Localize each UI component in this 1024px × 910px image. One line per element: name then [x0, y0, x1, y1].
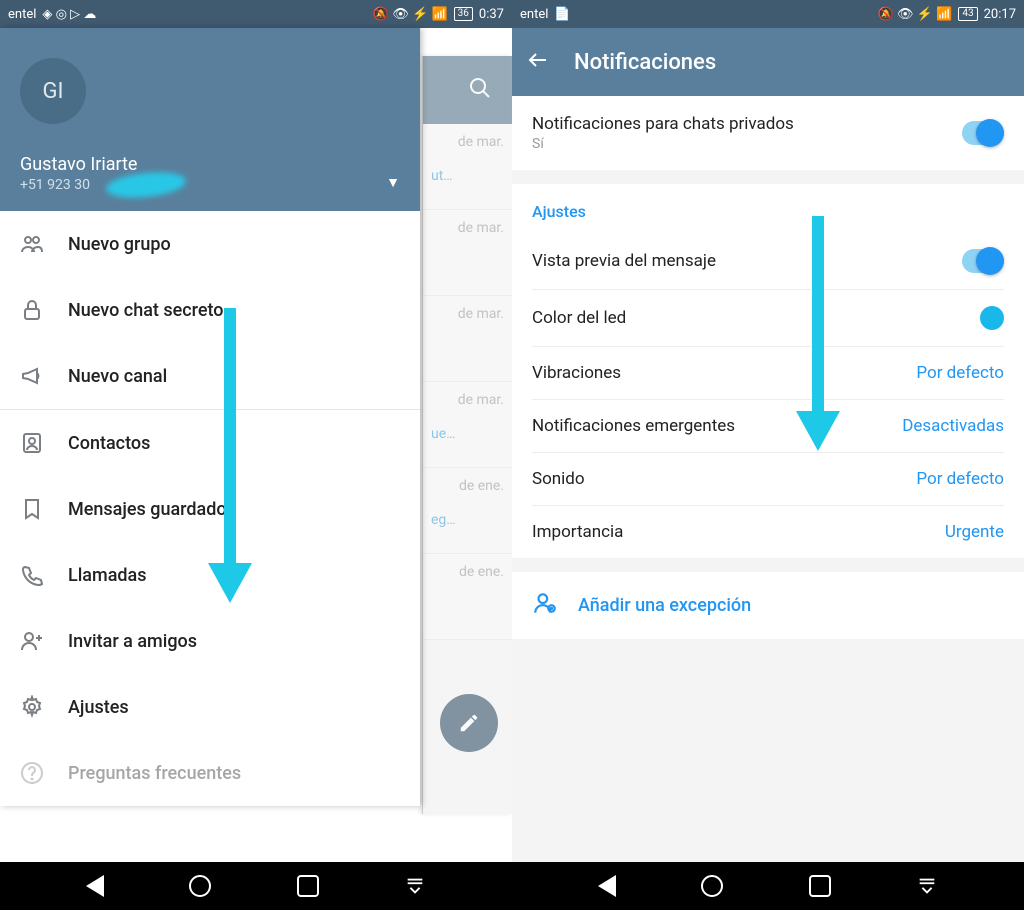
screenshot-left: entel ◈ ◎ ▷ ☁ 🔕 👁 ⚡ 📶 36 0:37 de mar.ut…… [0, 0, 512, 910]
add-user-icon [20, 629, 68, 653]
menu-label: Nuevo grupo [68, 234, 171, 255]
setting-value: Por defecto [916, 469, 1004, 489]
screenshot-right: entel 📄 🔕 👁 ⚡ 📶 43 20:17 Notificaciones … [512, 0, 1024, 910]
status-icons-right: 🔕 👁 ⚡ 📶 [373, 7, 448, 22]
user-phone: +51 923 30 [20, 177, 400, 193]
back-button[interactable] [86, 875, 104, 897]
clock: 20:17 [984, 7, 1016, 22]
megaphone-icon [20, 364, 68, 388]
setting-value: Desactivadas [902, 416, 1004, 436]
overview-button[interactable] [809, 875, 831, 897]
menu-nuevo-canal[interactable]: Nuevo canal [0, 343, 420, 409]
setting-label: Notificaciones para chats privados [532, 114, 962, 134]
menu-nuevo-grupo[interactable]: Nuevo grupo [0, 211, 420, 277]
user-name: Gustavo Iriarte [20, 154, 400, 175]
row-add-exception[interactable]: Añadir una excepción [512, 572, 1024, 639]
overview-button[interactable] [297, 875, 319, 897]
status-bar: entel ◈ ◎ ▷ ☁ 🔕 👁 ⚡ 📶 36 0:37 [0, 0, 512, 28]
status-icons-right: 🔕 👁 ⚡ 📶 [878, 7, 953, 22]
menu-contactos[interactable]: Contactos [0, 410, 420, 476]
menu-faq[interactable]: Preguntas frecuentes [0, 740, 420, 806]
page-title: Notificaciones [574, 50, 716, 75]
search-icon[interactable] [468, 76, 492, 104]
menu-mensajes-guardados[interactable]: Mensajes guardados [0, 476, 420, 542]
drawer-header: GI Gustavo Iriarte +51 923 30 ▼ [0, 28, 420, 211]
menu-invitar-amigos[interactable]: Invitar a amigos [0, 608, 420, 674]
menu-label: Ajustes [68, 697, 129, 718]
toggle-preview[interactable] [962, 249, 1004, 273]
row-vibration[interactable]: Vibraciones Por defecto [512, 347, 1024, 399]
menu-llamadas[interactable]: Llamadas [0, 542, 420, 608]
menu-label: Mensajes guardados [68, 499, 236, 520]
avatar[interactable]: GI [20, 58, 86, 124]
row-private-chats[interactable]: Notificaciones para chats privados Sí [512, 96, 1024, 170]
navigation-bar [0, 862, 512, 910]
app-bar: Notificaciones [512, 28, 1024, 96]
clock: 0:37 [479, 7, 504, 22]
avatar-initials: GI [43, 79, 64, 104]
menu-label: Llamadas [68, 565, 147, 586]
menu-label: Invitar a amigos [68, 631, 197, 652]
group-icon [20, 232, 68, 256]
section-header-ajustes: Ajustes [512, 184, 1024, 233]
status-icons: ◈ ◎ ▷ ☁ [42, 7, 96, 22]
battery-level: 36 [454, 7, 473, 21]
battery-level: 43 [958, 7, 977, 21]
menu-label: Nuevo canal [68, 366, 167, 387]
chat-list-background: de mar.ut… de mar. de mar. de mar.ue… de… [422, 56, 512, 814]
menu-label: Contactos [68, 433, 150, 454]
row-led-color[interactable]: Color del led [512, 290, 1024, 346]
home-button[interactable] [189, 875, 211, 897]
menu-label: Preguntas frecuentes [68, 763, 241, 784]
carrier-label: entel [8, 7, 36, 22]
setting-sub: Sí [532, 136, 962, 152]
menu-chat-secreto[interactable]: Nuevo chat secreto [0, 277, 420, 343]
lock-icon [20, 298, 68, 322]
gear-icon [20, 695, 68, 719]
pulldown-button[interactable] [404, 875, 426, 897]
add-exception-label: Añadir una excepción [578, 595, 751, 616]
menu-label: Nuevo chat secreto [68, 300, 224, 321]
chevron-down-icon[interactable]: ▼ [386, 174, 400, 191]
setting-value: Urgente [945, 522, 1004, 542]
contact-icon [20, 431, 68, 455]
row-popup-notifications[interactable]: Notificaciones emergentes Desactivadas [512, 400, 1024, 452]
led-color-dot [980, 306, 1004, 330]
status-icons: 📄 [554, 7, 570, 22]
help-icon [20, 761, 68, 785]
bookmark-icon [20, 497, 68, 521]
row-preview[interactable]: Vista previa del mensaje [512, 233, 1024, 289]
setting-value: Por defecto [916, 363, 1004, 383]
navigation-bar [512, 862, 1024, 910]
menu-ajustes[interactable]: Ajustes [0, 674, 420, 740]
back-button[interactable] [598, 875, 616, 897]
phone-icon [20, 563, 68, 587]
pulldown-button[interactable] [916, 875, 938, 897]
carrier-label: entel [520, 7, 548, 22]
row-importance[interactable]: Importancia Urgente [512, 506, 1024, 558]
add-user-icon [532, 590, 558, 621]
status-bar: entel 📄 🔕 👁 ⚡ 📶 43 20:17 [512, 0, 1024, 28]
back-arrow-icon[interactable] [526, 48, 550, 76]
toggle-private-chats[interactable] [962, 121, 1004, 145]
navigation-drawer: GI Gustavo Iriarte +51 923 30 ▼ Nuevo gr… [0, 28, 420, 806]
row-sound[interactable]: Sonido Por defecto [512, 453, 1024, 505]
home-button[interactable] [701, 875, 723, 897]
new-message-fab[interactable] [440, 694, 498, 752]
